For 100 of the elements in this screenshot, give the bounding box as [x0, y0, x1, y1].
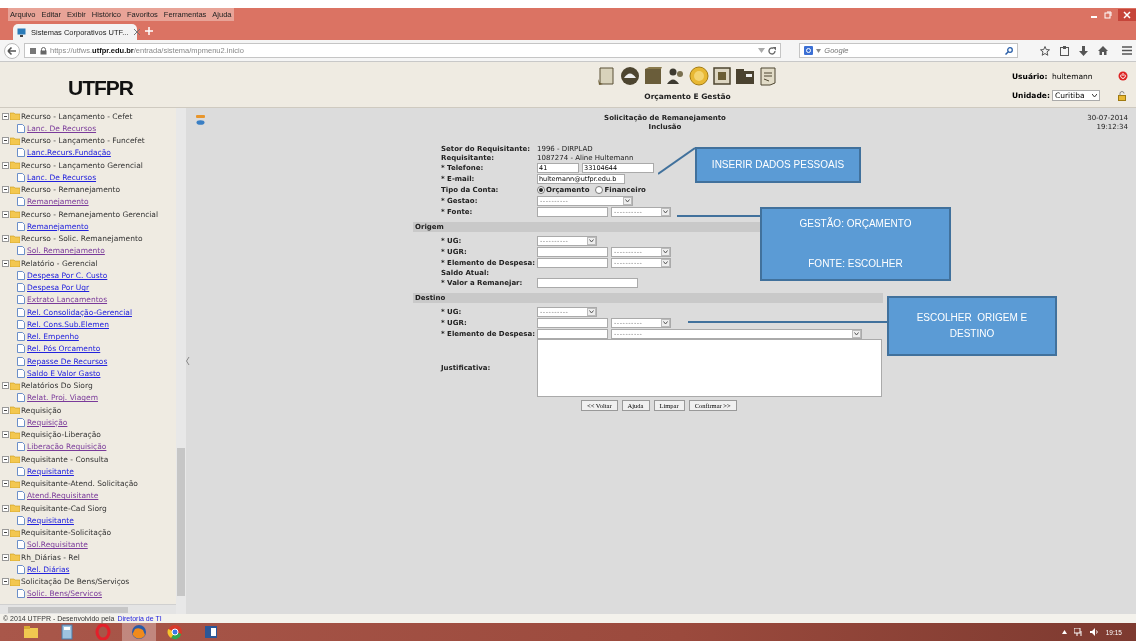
- network-icon[interactable]: [1073, 628, 1083, 636]
- document-icon: [17, 393, 25, 403]
- reload-icon[interactable]: [768, 46, 777, 55]
- document-icon: [17, 540, 25, 550]
- caret-icon: [587, 307, 596, 316]
- document-icon: [17, 221, 25, 231]
- people-icon[interactable]: [666, 66, 686, 86]
- radio-icon: [537, 185, 545, 194]
- collapse-icon[interactable]: [2, 112, 9, 120]
- radio-icon: [595, 185, 604, 194]
- document-icon: [17, 466, 25, 476]
- folder-icon: [10, 185, 20, 194]
- folder-icon: [10, 136, 20, 145]
- folder-icon: [10, 210, 20, 219]
- collapse-icon[interactable]: [2, 259, 9, 267]
- box-icon[interactable]: [643, 66, 663, 86]
- folder-icon: [10, 259, 20, 268]
- vertical-scrollbar[interactable]: [176, 108, 186, 614]
- callout-text: INSERIR DADOS PESSOAIS: [711, 158, 845, 172]
- folder-icon: [10, 577, 20, 586]
- caret-icon: [661, 258, 670, 267]
- plus-icon[interactable]: [145, 27, 153, 35]
- folder-icon: [10, 455, 20, 464]
- document-icon: [17, 172, 25, 182]
- collapse-icon[interactable]: [2, 406, 9, 414]
- document-icon: [17, 564, 25, 574]
- input-field[interactable]: [537, 317, 608, 328]
- collapse-icon[interactable]: [2, 504, 9, 512]
- safe-icon[interactable]: [712, 66, 732, 86]
- document-icon: [17, 246, 25, 256]
- collapse-icon[interactable]: [2, 382, 9, 390]
- folder-icon: [10, 528, 20, 537]
- caret-icon: [758, 48, 766, 53]
- document-icon: [17, 589, 25, 599]
- folder-icon[interactable]: [735, 66, 755, 86]
- logo: UTFPR: [68, 76, 133, 100]
- folder-icon: [10, 234, 20, 243]
- collapse-icon[interactable]: [2, 529, 9, 537]
- collapse-icon[interactable]: [2, 210, 9, 218]
- caret-icon: [1092, 93, 1097, 98]
- collapse-icon[interactable]: [2, 480, 9, 488]
- document-icon: [17, 442, 25, 452]
- back-icon[interactable]: [4, 42, 20, 59]
- collapse-icon[interactable]: [2, 553, 9, 561]
- folder-icon: [10, 161, 20, 170]
- folder-icon: [10, 479, 20, 488]
- download-icon[interactable]: [1079, 45, 1088, 56]
- document-icon: [17, 197, 25, 207]
- input-field[interactable]: [537, 328, 608, 339]
- input-field[interactable]: [537, 206, 608, 217]
- search-icon[interactable]: [1005, 46, 1013, 55]
- caret-icon: [623, 196, 632, 205]
- collapse-icon[interactable]: [2, 235, 9, 243]
- caret-icon: [816, 48, 822, 53]
- document-icon: [17, 148, 25, 158]
- lock-icon[interactable]: [1118, 90, 1126, 101]
- horizontal-scrollbar[interactable]: [0, 604, 176, 614]
- menu-icon[interactable]: [1122, 46, 1132, 55]
- search-engine-icon: [804, 46, 814, 55]
- home-icon[interactable]: [1098, 46, 1108, 55]
- speaker-icon[interactable]: [1089, 628, 1099, 636]
- input-field[interactable]: [537, 257, 608, 268]
- collapse-icon[interactable]: [2, 578, 9, 586]
- power-icon[interactable]: [1118, 71, 1128, 81]
- helmet-icon[interactable]: [620, 66, 640, 86]
- callout-text: ESCOLHER ORIGEM E DESTINO: [915, 311, 1029, 341]
- close-icon[interactable]: [133, 29, 140, 35]
- input-field[interactable]: [537, 277, 638, 288]
- clipboard-icon[interactable]: [1060, 45, 1069, 56]
- document-icon: [17, 123, 25, 133]
- folder-icon: [10, 381, 20, 390]
- up-arrow-icon[interactable]: [1061, 630, 1067, 634]
- folder-icon: [10, 406, 20, 415]
- notepad-icon[interactable]: [758, 66, 778, 86]
- folder-icon: [10, 112, 20, 121]
- circle-icon[interactable]: [167, 624, 183, 640]
- globe-icon[interactable]: [131, 624, 147, 640]
- folder-icon: [10, 504, 20, 513]
- collapse-icon[interactable]: [2, 186, 9, 194]
- collapse-icon[interactable]: [2, 455, 9, 463]
- caret-icon: [661, 207, 670, 216]
- star-icon[interactable]: [1040, 45, 1050, 56]
- calculator-icon[interactable]: [59, 624, 75, 640]
- collapse-handle-icon[interactable]: [186, 357, 190, 365]
- caret-icon: [587, 236, 596, 245]
- close-icon[interactable]: [1118, 8, 1136, 21]
- lock-icon: [40, 46, 47, 55]
- caret-icon: [661, 318, 670, 327]
- input-field[interactable]: [537, 246, 608, 257]
- callout-text: FONTE: ESCOLHER: [808, 257, 903, 271]
- scroll-icon[interactable]: [597, 66, 617, 86]
- document-icon[interactable]: [203, 624, 219, 640]
- caret-icon: [661, 247, 670, 256]
- document-icon: [17, 491, 25, 501]
- document-icon: [17, 515, 25, 525]
- page-icon: [29, 46, 37, 55]
- collapse-icon[interactable]: [2, 161, 9, 169]
- caret-icon: [852, 329, 861, 338]
- collapse-icon[interactable]: [2, 431, 9, 439]
- collapse-icon[interactable]: [2, 137, 9, 145]
